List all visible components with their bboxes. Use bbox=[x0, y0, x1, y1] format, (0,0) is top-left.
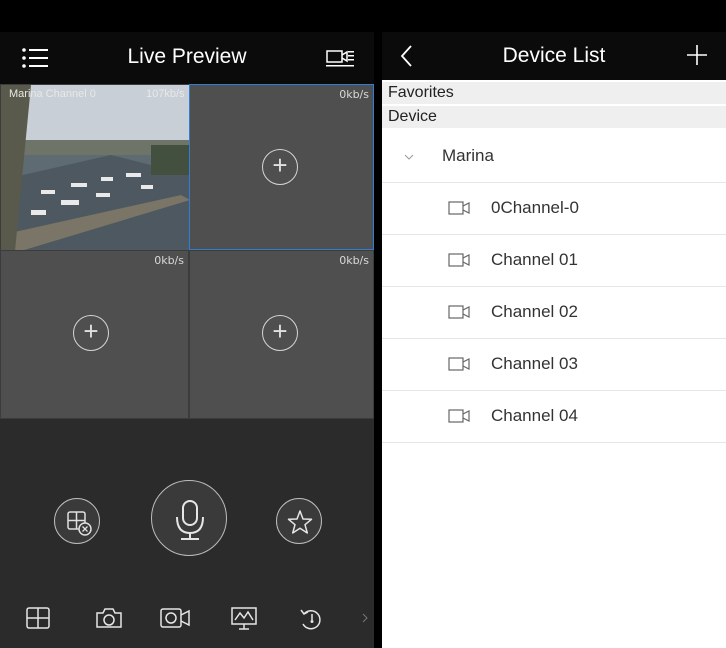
camera-list-icon[interactable] bbox=[326, 47, 354, 69]
channel-label: Channel 03 bbox=[491, 354, 578, 373]
video-cell-3[interactable]: 0kb/s + bbox=[0, 250, 189, 419]
camera-icon bbox=[448, 253, 470, 267]
add-camera-icon[interactable]: + bbox=[262, 149, 298, 185]
bitrate-label: 0kb/s bbox=[339, 88, 369, 101]
bitrate-label: 0kb/s bbox=[339, 254, 369, 267]
chevron-right-icon[interactable] bbox=[362, 613, 368, 623]
video-cell-1[interactable]: Marina Channel 0 107kb/s bbox=[0, 84, 190, 251]
bitrate-label: 107kb/s bbox=[146, 88, 185, 100]
split-screen-icon[interactable] bbox=[26, 607, 50, 629]
add-camera-icon[interactable]: + bbox=[262, 315, 298, 351]
channel-row[interactable]: Channel 04 bbox=[382, 391, 726, 443]
preview-controls bbox=[0, 419, 374, 648]
camera-icon bbox=[448, 357, 470, 371]
channel-label: Channel 01 bbox=[491, 250, 578, 269]
bitrate-label: 0kb/s bbox=[154, 254, 184, 267]
device-group-label: Marina bbox=[442, 146, 494, 165]
camera-icon bbox=[448, 305, 470, 319]
channel-row[interactable]: 0Channel-0 bbox=[382, 183, 726, 235]
page-title: Device List bbox=[502, 44, 606, 67]
microphone-icon bbox=[176, 500, 204, 540]
channel-label: Channel 04 bbox=[491, 406, 578, 425]
snapshot-camera-icon[interactable] bbox=[95, 607, 123, 629]
video-cell-2[interactable]: 0kb/s + bbox=[189, 84, 374, 250]
device-group-marina[interactable]: Marina bbox=[382, 131, 726, 183]
video-grid: Marina Channel 0 107kb/s 0kb/s + 0kb/s +… bbox=[0, 84, 374, 419]
playback-icon[interactable] bbox=[298, 607, 324, 631]
camera-icon bbox=[448, 409, 470, 423]
camera-icon bbox=[448, 201, 470, 215]
bottom-toolbar bbox=[0, 589, 374, 648]
channel-label: 0Channel-0 bbox=[491, 198, 579, 217]
chevron-down-icon bbox=[404, 154, 414, 160]
channel-row[interactable]: Channel 02 bbox=[382, 287, 726, 339]
close-all-windows-button[interactable] bbox=[54, 498, 100, 544]
live-preview-pane: Live Preview Marina Channel 0 107kb/s 0k… bbox=[0, 32, 374, 648]
close-windows-icon bbox=[67, 511, 92, 536]
channel-row[interactable]: Channel 03 bbox=[382, 339, 726, 391]
device-list-pane: Device List Favorites Device Marina 0Cha… bbox=[382, 32, 726, 648]
channel-label: Channel 02 bbox=[491, 302, 578, 321]
device-section-header: Device bbox=[382, 106, 726, 128]
video-cell-4[interactable]: 0kb/s + bbox=[189, 250, 374, 419]
record-video-icon[interactable] bbox=[160, 607, 192, 629]
talk-button[interactable] bbox=[151, 480, 227, 556]
add-camera-icon[interactable]: + bbox=[73, 315, 109, 351]
page-title: Live Preview bbox=[127, 45, 247, 68]
favorites-button[interactable] bbox=[276, 498, 322, 544]
live-preview-header: Live Preview bbox=[0, 32, 374, 84]
channel-row[interactable]: Channel 01 bbox=[382, 235, 726, 287]
camera-label: Marina Channel 0 bbox=[9, 88, 96, 100]
favorites-section-header[interactable]: Favorites bbox=[382, 82, 726, 104]
device-list-header: Device List bbox=[382, 32, 726, 80]
add-device-icon[interactable] bbox=[686, 44, 708, 66]
status-bar bbox=[0, 0, 726, 32]
display-image-icon[interactable] bbox=[231, 607, 257, 631]
star-icon bbox=[287, 510, 313, 534]
marina-video-feed bbox=[1, 85, 190, 251]
